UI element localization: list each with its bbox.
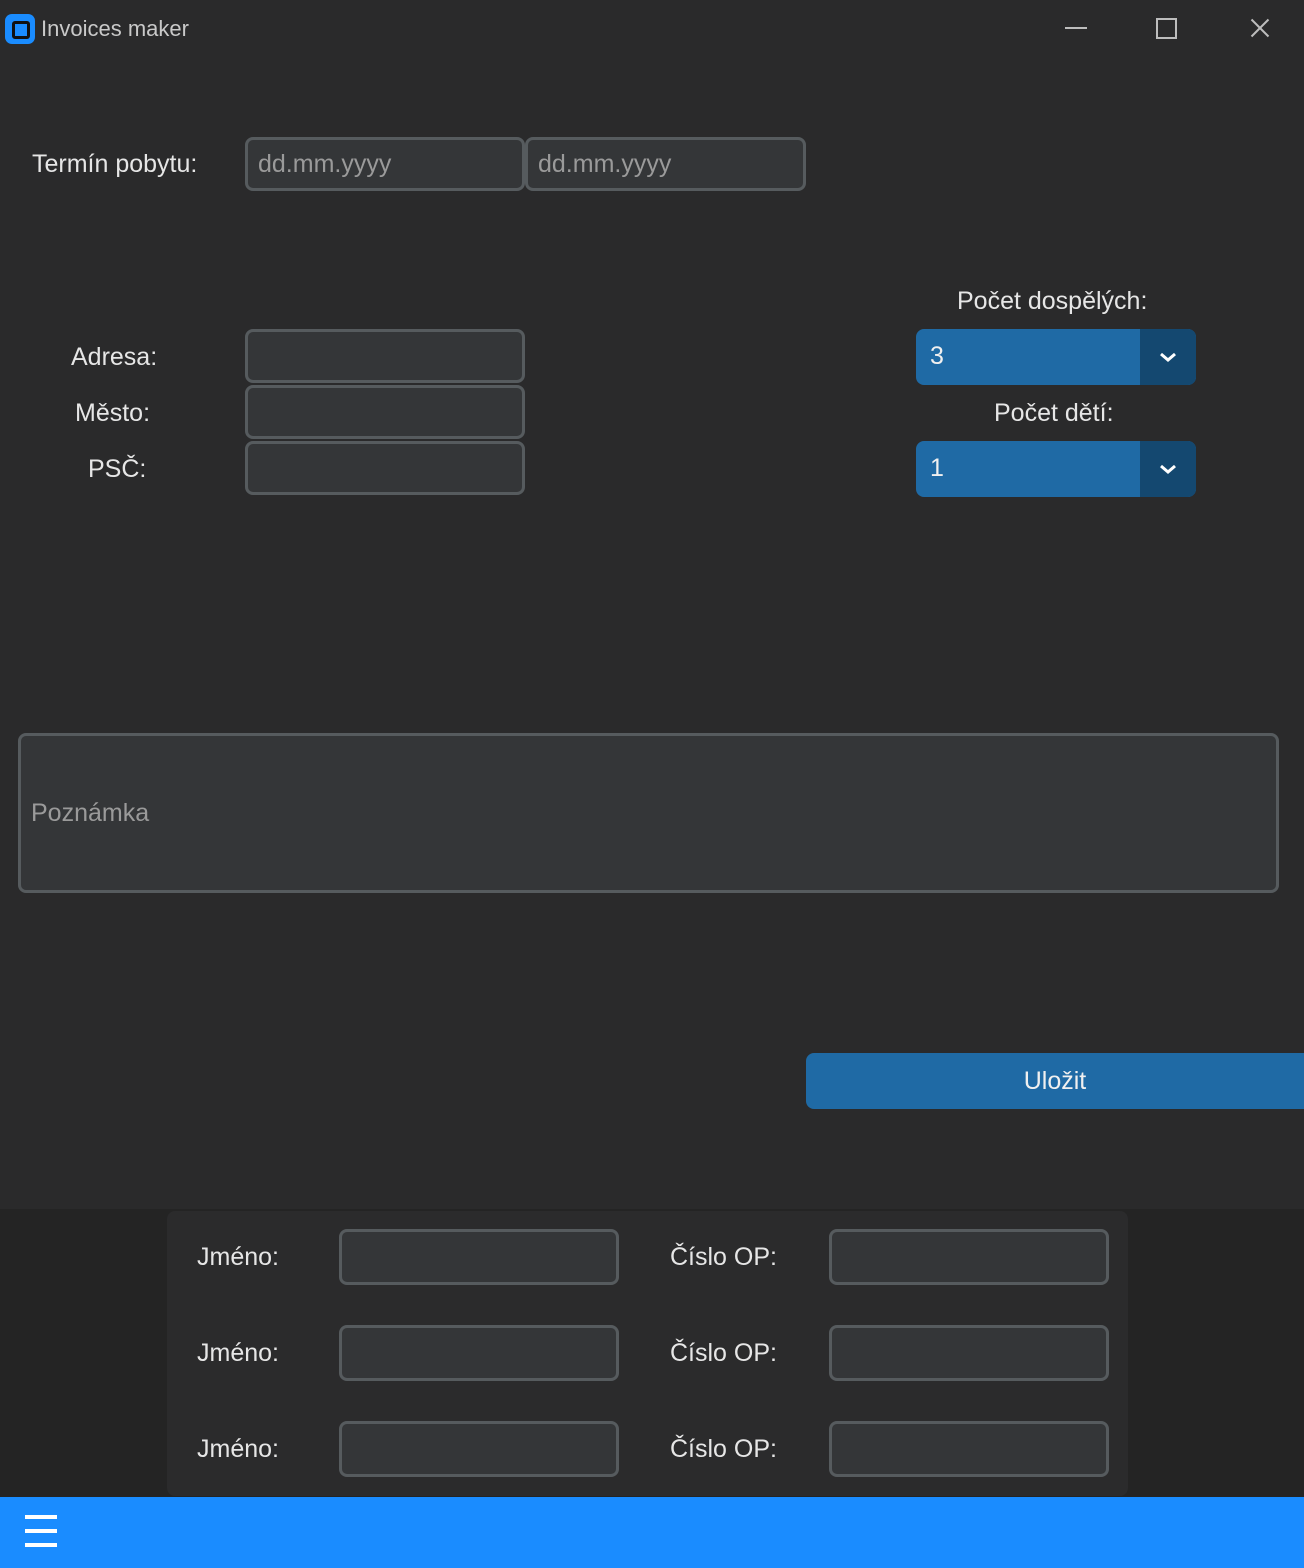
city-input[interactable] — [245, 385, 525, 439]
guest-id-input[interactable] — [829, 1229, 1109, 1285]
guest-name-input[interactable] — [339, 1421, 619, 1477]
guest-name-label: Jméno: — [197, 1339, 279, 1367]
guest-id-label: Číslo OP: — [670, 1435, 777, 1463]
adults-value: 3 — [930, 342, 944, 370]
children-value: 1 — [930, 454, 944, 482]
guest-id-input[interactable] — [829, 1325, 1109, 1381]
bottom-bar — [0, 1497, 1304, 1568]
close-button[interactable] — [1239, 8, 1279, 48]
hamburger-menu-icon[interactable] — [25, 1513, 57, 1549]
window-title: Invoices maker — [41, 16, 189, 41]
guest-name-label: Jméno: — [197, 1243, 279, 1271]
save-button[interactable]: Uložit — [806, 1053, 1304, 1109]
zip-input[interactable] — [245, 441, 525, 495]
adults-label: Počet dospělých: — [957, 287, 1148, 315]
adults-dropdown[interactable]: 3 — [916, 329, 1196, 385]
chevron-down-icon[interactable] — [1140, 329, 1196, 385]
guest-name-label: Jméno: — [197, 1435, 279, 1463]
city-label: Město: — [75, 399, 151, 427]
children-label: Počet dětí: — [994, 399, 1114, 427]
note-textarea[interactable] — [18, 733, 1279, 893]
app-logo-icon — [5, 14, 35, 44]
app-window: Invoices maker Termín pobytu: Adresa: Mě… — [0, 0, 1304, 1568]
children-dropdown[interactable]: 1 — [916, 441, 1196, 497]
street-input[interactable] — [245, 329, 525, 383]
guest-name-input[interactable] — [339, 1229, 619, 1285]
guest-id-label: Číslo OP: — [670, 1243, 777, 1271]
zip-label: PSČ: — [88, 455, 147, 483]
stay-from-input[interactable] — [245, 137, 525, 191]
minimize-button[interactable] — [1055, 8, 1095, 48]
stay-to-input[interactable] — [525, 137, 806, 191]
guest-id-input[interactable] — [829, 1421, 1109, 1477]
maximize-button[interactable] — [1146, 8, 1186, 48]
chevron-down-icon[interactable] — [1140, 441, 1196, 497]
street-label: Adresa: — [71, 343, 158, 371]
guest-name-input[interactable] — [339, 1325, 619, 1381]
guest-id-label: Číslo OP: — [670, 1339, 777, 1367]
title-bar: Invoices maker — [0, 0, 1304, 58]
stay-label: Termín pobytu: — [32, 150, 198, 178]
